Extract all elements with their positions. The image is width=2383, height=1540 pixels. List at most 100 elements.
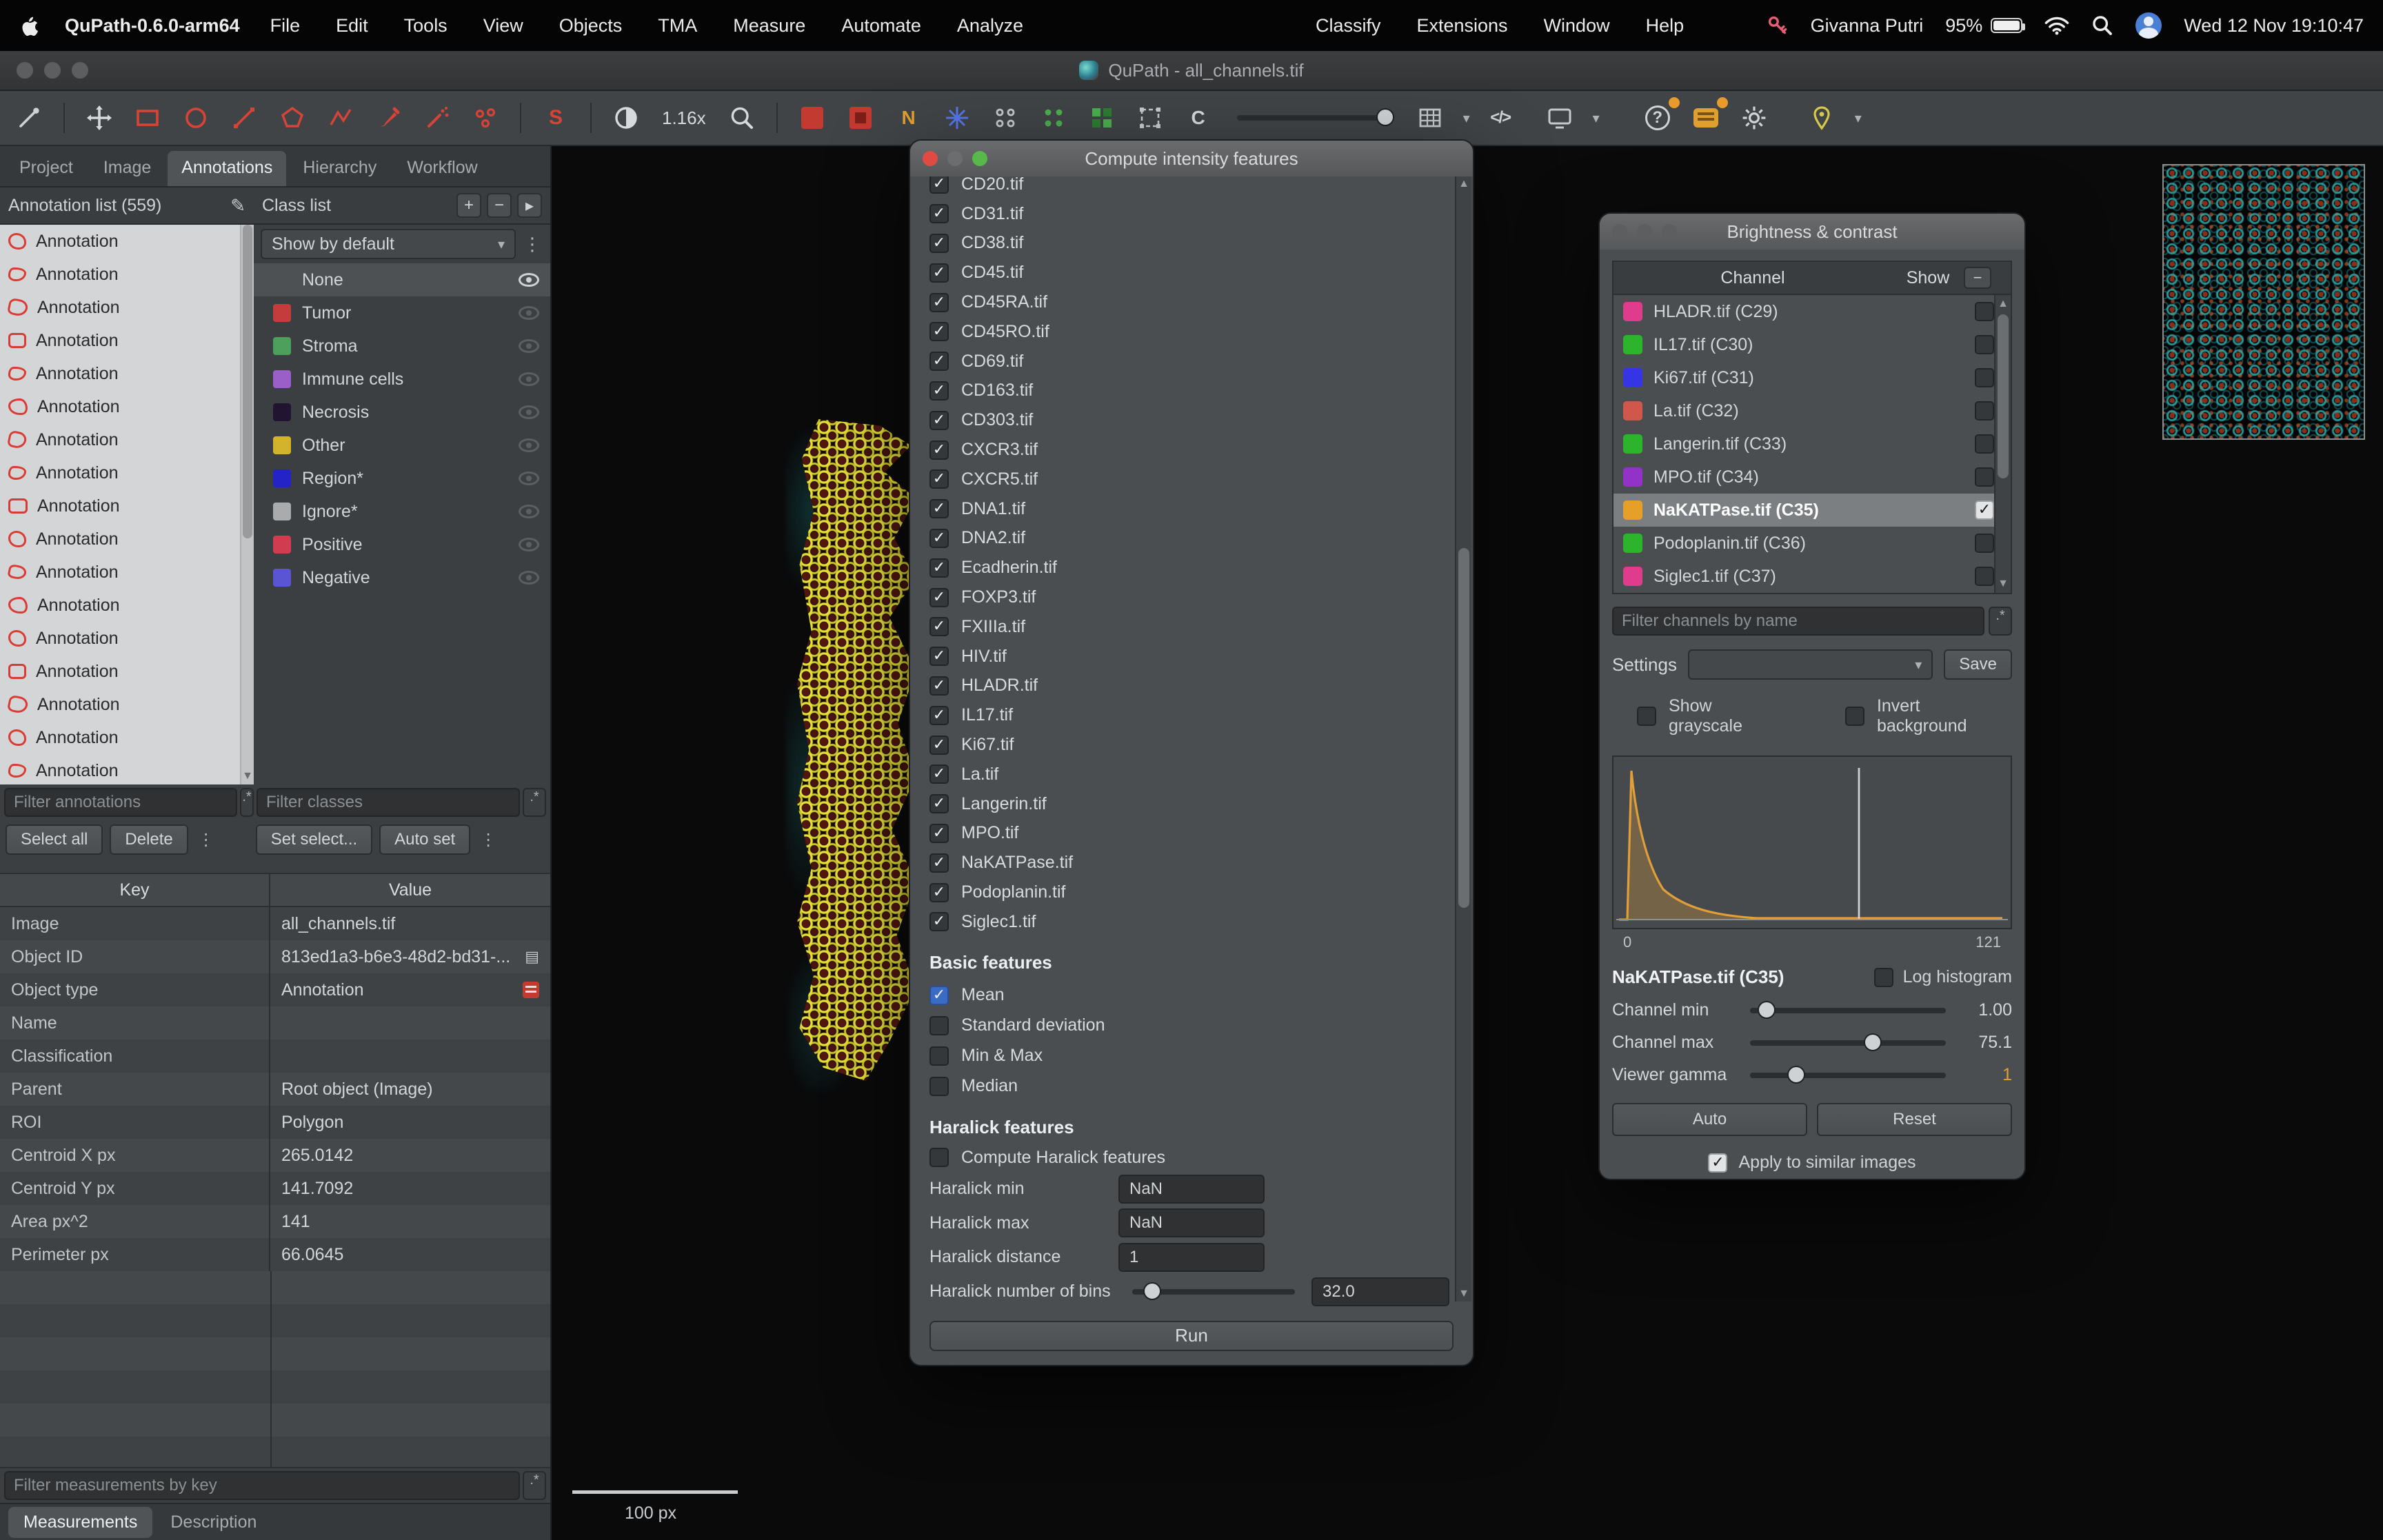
control-center-icon[interactable] — [2135, 12, 2162, 39]
save-settings-button[interactable]: Save — [1944, 649, 2012, 680]
intensity-dialog-titlebar[interactable]: Compute intensity features — [910, 141, 1473, 176]
filter-channels-input[interactable] — [1612, 607, 1984, 636]
wifi-icon[interactable] — [2044, 16, 2069, 35]
class-visibility-eye-icon[interactable] — [519, 571, 539, 585]
channel-checkbox-row[interactable]: CD303.tif — [929, 405, 1454, 435]
feature-checkbox-row[interactable]: Median — [929, 1071, 1454, 1102]
annotations-regex-button[interactable]: .* — [240, 788, 254, 817]
class-list-item[interactable]: Region* — [254, 462, 550, 495]
channel-checkbox-row[interactable]: HLADR.tif — [929, 671, 1454, 701]
points-tool-icon[interactable] — [467, 100, 503, 136]
channel-checkbox-row[interactable]: Ecadherin.tif — [929, 553, 1454, 582]
channel-checkbox[interactable] — [929, 263, 949, 283]
panel-tab[interactable]: Annotations — [168, 151, 286, 186]
channel-checkbox-row[interactable]: CD163.tif — [929, 376, 1454, 406]
tissue-image[interactable] — [797, 419, 916, 1081]
channel-checkbox-row[interactable]: FOXP3.tif — [929, 582, 1454, 612]
bc-channel-row[interactable]: NaKATPase.tif (C35) — [1613, 494, 2011, 527]
channel-checkbox[interactable] — [929, 293, 949, 312]
class-visibility-eye-icon[interactable] — [519, 339, 539, 353]
channel-checkbox[interactable] — [929, 824, 949, 843]
channel-checkbox[interactable] — [929, 411, 949, 430]
zoom-to-fit-icon[interactable] — [724, 100, 760, 136]
toggle-all-show-button[interactable]: − — [1964, 267, 1991, 289]
multiview-dropdown[interactable]: ▾ — [1593, 110, 1600, 127]
bc-dialog-titlebar[interactable]: Brightness & contrast — [1600, 214, 2024, 250]
channel-checkbox[interactable] — [929, 322, 949, 341]
measurement-row[interactable]: Image all_channels.tif ▤ — [0, 907, 550, 940]
feature-checkbox[interactable] — [929, 1046, 949, 1066]
class-visibility-eye-icon[interactable] — [519, 505, 539, 518]
channel-checkbox[interactable] — [929, 853, 949, 873]
annotation-list-item[interactable]: Annotation — [0, 721, 240, 754]
filter-classes-input[interactable] — [257, 788, 520, 817]
bc-close-button[interactable] — [1612, 224, 1627, 239]
auto-button[interactable]: Auto — [1612, 1103, 1807, 1136]
channel-checkbox[interactable] — [929, 736, 949, 755]
auto-set-button[interactable]: Auto set — [379, 824, 470, 855]
copy-id-icon[interactable]: ▤ — [525, 948, 539, 966]
channel-checkbox-row[interactable]: MPO.tif — [929, 819, 1454, 849]
channel-checkbox[interactable] — [929, 469, 949, 489]
bc-channel-row[interactable]: Podoplanin.tif (C36) — [1613, 527, 2011, 560]
show-grayscale-checkbox[interactable] — [1637, 707, 1656, 726]
channel-checkbox[interactable] — [929, 204, 949, 223]
haralick-bins-slider-thumb[interactable] — [1143, 1282, 1161, 1300]
measurement-row[interactable]: Area px^2 141 ▤ — [0, 1205, 550, 1238]
menu-item[interactable]: Help — [1646, 15, 1685, 37]
channel-show-checkbox[interactable] — [1975, 335, 1994, 354]
measurement-row[interactable]: Centroid X px 265.0142 ▤ — [0, 1139, 550, 1172]
panel-tab[interactable]: Project — [6, 151, 87, 186]
channel-column-header[interactable]: Channel — [1613, 268, 1892, 288]
tma-grid-icon[interactable] — [939, 100, 975, 136]
menu-item[interactable]: Measure — [733, 15, 805, 37]
class-visibility-eye-icon[interactable] — [519, 372, 539, 386]
channel-show-checkbox[interactable] — [1975, 302, 1994, 321]
class-more-button[interactable]: ⋮ — [477, 824, 499, 855]
channel-checkbox-row[interactable]: CD69.tif — [929, 347, 1454, 376]
script-editor-button[interactable]: </> — [1482, 100, 1518, 136]
class-visibility-eye-icon[interactable] — [519, 472, 539, 485]
dialog-minimize-button[interactable] — [947, 151, 963, 166]
channel-checkbox-row[interactable]: Siglec1.tif — [929, 907, 1454, 937]
measurement-row[interactable]: Parent Root object (Image) ▤ — [0, 1073, 550, 1106]
class-list-item[interactable]: Positive — [254, 528, 550, 561]
menu-item[interactable]: Classify — [1316, 15, 1381, 37]
panel-tab[interactable]: Image — [90, 151, 165, 186]
channel-checkbox-row[interactable]: NaKATPase.tif — [929, 848, 1454, 878]
bc-channel-row[interactable]: IL17.tif (C30) — [1613, 328, 2011, 361]
channel-checkbox[interactable] — [929, 764, 949, 784]
measurements-regex-button[interactable]: .* — [523, 1471, 546, 1500]
apply-similar-checkbox[interactable] — [1708, 1153, 1727, 1173]
class-list-item[interactable]: Negative — [254, 561, 550, 594]
channel-checkbox[interactable] — [929, 676, 949, 696]
pin-tool-icon[interactable] — [11, 100, 47, 136]
channel-checkbox[interactable] — [929, 499, 949, 518]
measurement-row[interactable]: Centroid Y px 141.7092 ▤ — [0, 1172, 550, 1205]
class-list-item[interactable]: None — [254, 263, 550, 296]
edit-annotation-icon[interactable]: ✎ — [230, 195, 245, 216]
haralick-bins-slider[interactable] — [1132, 1289, 1295, 1295]
delete-button[interactable]: Delete — [110, 824, 188, 855]
channel-checkbox[interactable] — [929, 794, 949, 813]
polygon-tool-icon[interactable] — [274, 100, 310, 136]
menu-item[interactable]: Analyze — [957, 15, 1023, 37]
channel-checkbox[interactable] — [929, 234, 949, 253]
channel-viewer-toggle[interactable]: C — [1180, 100, 1216, 136]
channel-show-checkbox[interactable] — [1975, 368, 1994, 387]
channel-min-thumb[interactable] — [1758, 1001, 1776, 1019]
invert-background-checkbox[interactable] — [1845, 707, 1864, 726]
measurement-row[interactable]: Object type Annotation ▤ — [0, 973, 550, 1006]
channel-checkbox-row[interactable]: CD45RO.tif — [929, 317, 1454, 347]
annotation-list-item[interactable]: Annotation — [0, 655, 240, 688]
menu-item[interactable]: File — [270, 15, 301, 37]
channel-checkbox-row[interactable]: CD45RA.tif — [929, 287, 1454, 317]
channel-max-thumb[interactable] — [1864, 1033, 1882, 1051]
battery-indicator[interactable]: 95% — [1945, 15, 2022, 37]
channel-show-checkbox[interactable] — [1975, 567, 1994, 586]
class-visibility-eye-icon[interactable] — [519, 405, 539, 419]
bc-channel-row[interactable]: MPO.tif (C34) — [1613, 460, 2011, 494]
annotation-list-scrollbar[interactable]: ▼ — [240, 225, 254, 784]
channel-checkbox[interactable] — [929, 883, 949, 902]
menu-item[interactable]: Tools — [404, 15, 448, 37]
